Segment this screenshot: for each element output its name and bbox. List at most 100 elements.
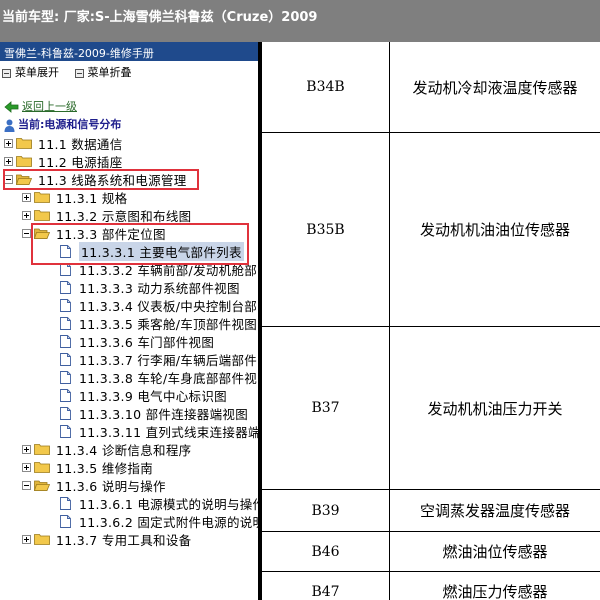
tree-item-label: 11.3.1 规格 (56, 190, 128, 206)
sidebar: 雪佛兰-科鲁兹-2009-维修手册 菜单展开 菜单折叠 返回上一级 当前:电源和… (0, 42, 260, 600)
document-icon (60, 262, 71, 276)
tree-document-item[interactable]: 11.3.3.11 直列式线束连接器端 (40, 422, 260, 440)
folder-icon (34, 192, 50, 203)
tree-item-label: 11.3.3.1 主要电气部件列表 (79, 241, 244, 261)
document-icon (60, 370, 71, 384)
menu-icon (74, 68, 84, 78)
tree-document-item[interactable]: 11.3.3.2 车辆前部/发动机舱部 (40, 260, 257, 278)
folder-icon (34, 444, 50, 455)
table-row: B35B 发动机机油油位传感器 (262, 133, 600, 327)
tree-folder-item[interactable]: 11.3.2 示意图和布线图 (22, 206, 191, 224)
tree-folder-item[interactable]: 11.3.1 规格 (22, 188, 127, 206)
table-row: B46 燃油油位传感器 (262, 532, 600, 572)
component-desc-cell: 空调蒸发器温度传感器 (419, 502, 570, 520)
tree-item-label: 11.1 数据通信 (38, 136, 123, 152)
menu-icon (2, 68, 11, 78)
tree-item-label: 11.3.7 专用工具和设备 (56, 532, 192, 548)
document-icon (60, 388, 71, 402)
tree-folder-item[interactable]: 11.3.7 专用工具和设备 (22, 530, 191, 548)
expand-icon[interactable] (4, 138, 13, 148)
component-code-cell: B35B (262, 133, 390, 326)
tree-document-item[interactable]: 11.3.3.7 行李厢/车辆后端部件 (40, 350, 257, 368)
document-icon (60, 298, 71, 312)
folder-open-icon (34, 480, 50, 491)
component-code-cell: B34B (262, 42, 390, 132)
back-row: 返回上一级 (4, 98, 77, 116)
tree-item-label: 11.3.3.7 行李厢/车辆后端部件 (79, 352, 258, 368)
component-code-cell: B46 (262, 532, 390, 571)
table-row: B47 燃油压力传感器 (262, 572, 600, 600)
table-row: B34B 发动机冷却液温度传感器 (262, 42, 600, 133)
component-code-cell: B47 (262, 572, 390, 600)
tree-folder-item[interactable]: 11.3.6 说明与操作 (22, 476, 166, 494)
vehicle-title-bar: 当前车型: 厂家:S-上海雪佛兰科鲁兹（Cruze）2009 (0, 0, 600, 42)
tree-item-label: 11.3.3.4 仪表板/中央控制台部 (79, 298, 258, 314)
expand-icon[interactable] (4, 156, 13, 166)
collapse-icon[interactable] (4, 174, 13, 184)
table-row: B39 空调蒸发器温度传感器 (262, 490, 600, 532)
tree-item-label: 11.3.6.1 电源模式的说明与操作 (79, 496, 260, 512)
document-icon (60, 514, 71, 528)
expand-icon[interactable] (22, 534, 31, 544)
tree-document-item[interactable]: 11.3.3.4 仪表板/中央控制台部 (40, 296, 257, 314)
folder-open-icon (16, 174, 32, 185)
sidebar-actions: 菜单展开 菜单折叠 (0, 61, 260, 83)
tree-item-label: 11.3.3 部件定位图 (56, 226, 166, 242)
tree-folder-item[interactable]: 11.3.3 部件定位图 (22, 224, 166, 242)
collapse-icon[interactable] (22, 228, 31, 238)
tree-folder-item[interactable]: 11.3.4 诊断信息和程序 (22, 440, 191, 458)
document-icon (60, 406, 71, 420)
tree-document-item[interactable]: 11.3.6.2 固定式附件电源的说明 (40, 512, 260, 530)
folder-icon (34, 462, 50, 473)
back-arrow-icon[interactable] (4, 101, 19, 113)
tree-folder-item[interactable]: 11.3.5 维修指南 (22, 458, 153, 476)
document-icon (60, 352, 71, 366)
collapse-all-button[interactable]: 菜单折叠 (74, 64, 132, 80)
tree-document-item[interactable]: 11.3.3.8 车轮/车身底部部件视 (40, 368, 257, 386)
tree-folder-item[interactable]: 11.2 电源插座 (4, 152, 123, 170)
tree-item-label: 11.3.2 示意图和布线图 (56, 208, 192, 224)
back-link[interactable]: 返回上一级 (22, 100, 77, 113)
collapse-icon[interactable] (22, 480, 31, 490)
tree-item-label: 11.3 线路系统和电源管理 (38, 172, 187, 188)
component-desc-cell: 发动机机油压力开关 (427, 399, 563, 418)
expand-icon[interactable] (22, 462, 31, 472)
tree-item-label: 11.3.3.9 电气中心标识图 (79, 388, 227, 404)
tree-item-label: 11.3.6.2 固定式附件电源的说明 (79, 514, 260, 530)
tree-folder-item[interactable]: 11.1 数据通信 (4, 134, 123, 152)
sidebar-title: 雪佛兰-科鲁兹-2009-维修手册 (0, 42, 260, 61)
tree-document-item[interactable]: 11.3.3.3 动力系统部件视图 (40, 278, 240, 296)
component-code-cell: B37 (262, 327, 390, 489)
tree-item-label: 11.3.5 维修指南 (56, 460, 154, 476)
tree-document-item[interactable]: 11.3.6.1 电源模式的说明与操作 (40, 494, 260, 512)
document-icon (60, 244, 71, 258)
tree-item-label: 11.3.3.10 部件连接器端视图 (79, 406, 249, 422)
tree-document-item[interactable]: 11.3.3.1 主要电气部件列表 (40, 241, 244, 261)
tree-document-item[interactable]: 11.3.3.9 电气中心标识图 (40, 386, 227, 404)
tree-item-label: 11.3.3.6 车门部件视图 (79, 334, 215, 350)
tree-document-item[interactable]: 11.3.3.10 部件连接器端视图 (40, 404, 248, 422)
folder-icon (16, 156, 32, 167)
tree-document-item[interactable]: 11.3.3.6 车门部件视图 (40, 332, 214, 350)
component-code-cell: B39 (262, 490, 390, 531)
current-location: 当前:电源和信号分布 (4, 116, 121, 134)
component-desc-cell: 燃油压力传感器 (442, 583, 548, 600)
vehicle-title: 当前车型: 厂家:S-上海雪佛兰科鲁兹（Cruze）2009 (2, 10, 318, 25)
collapse-all-label: 菜单折叠 (87, 66, 132, 79)
folder-open-icon (34, 228, 50, 239)
expand-icon[interactable] (22, 444, 31, 454)
document-icon (60, 496, 71, 510)
tree-item-label: 11.2 电源插座 (38, 154, 123, 170)
person-icon (4, 119, 15, 132)
tree-document-item[interactable]: 11.3.3.5 乘客舱/车顶部件视图 (40, 314, 257, 332)
expand-icon[interactable] (22, 210, 31, 220)
tree-item-label: 11.3.3.3 动力系统部件视图 (79, 280, 240, 296)
tree-item-label: 11.3.6 说明与操作 (56, 478, 166, 494)
tree-item-label: 11.3.4 诊断信息和程序 (56, 442, 192, 458)
expand-all-button[interactable]: 菜单展开 (2, 64, 59, 80)
tree-folder-item[interactable]: 11.3 线路系统和电源管理 (4, 170, 187, 188)
expand-icon[interactable] (22, 192, 31, 202)
tree-item-label: 11.3.3.11 直列式线束连接器端 (79, 424, 260, 440)
tree-item-label: 11.3.3.5 乘客舱/车顶部件视图 (79, 316, 258, 332)
tree-item-label: 11.3.3.8 车轮/车身底部部件视 (79, 370, 258, 386)
